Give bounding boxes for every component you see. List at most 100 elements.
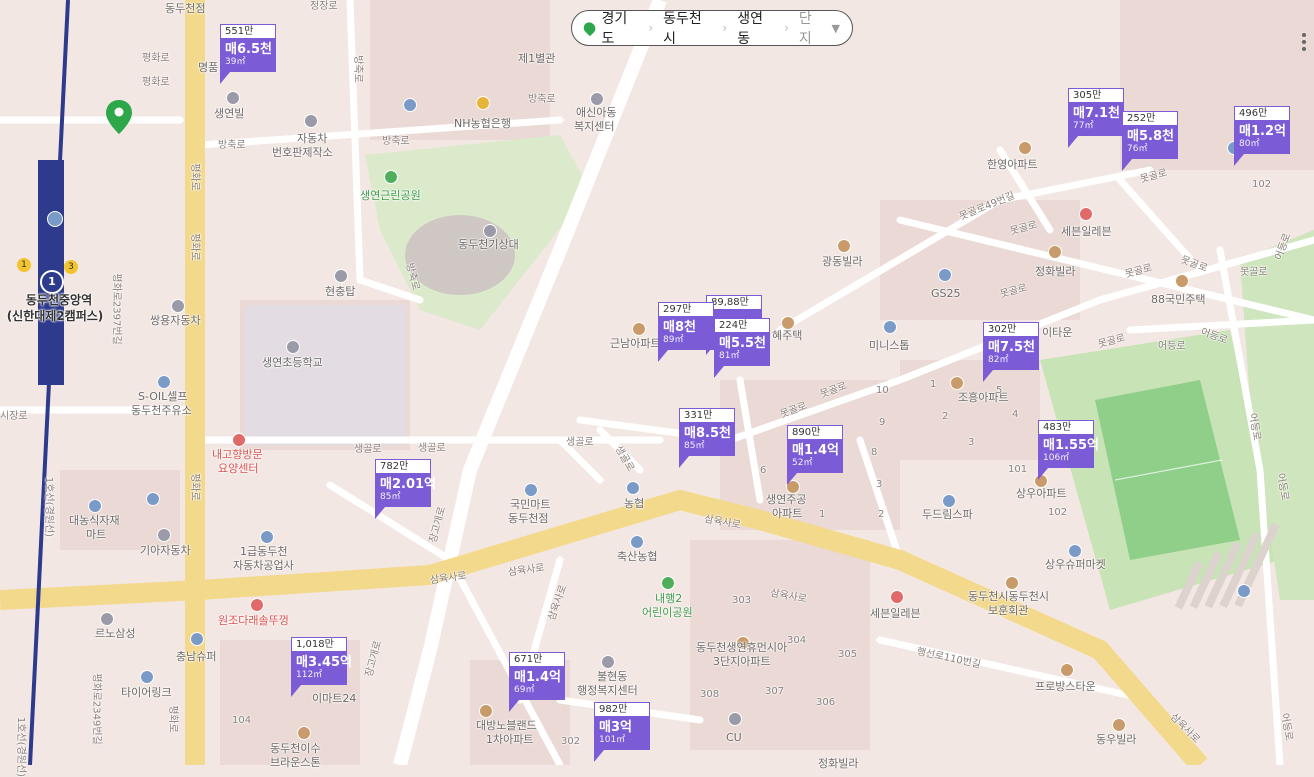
map-label: 내행2 [655,592,683,605]
location-pin-icon [581,19,599,37]
road-label: 시장로 [0,411,28,422]
gs25-icon [938,268,952,282]
marker-area: 52㎡ [792,458,813,468]
map-label: 한영아파트 [987,158,1038,171]
map-label: 타이어링크 [121,686,172,699]
map-label: 88국민주택 [1151,293,1206,306]
road-label: 방축로 [382,136,410,147]
map-label: 요양센터 [218,462,259,475]
breadcrumb-complex[interactable]: 단지 [799,8,824,48]
map-label: 자동차공업사 [233,559,294,572]
map-label: 2 [942,411,949,422]
breadcrumb-province[interactable]: 경기도 [601,8,638,48]
station-line-badge[interactable]: 1 [40,270,64,294]
price-marker[interactable]: 551만 매6.5천 39㎡ [220,24,276,84]
price-marker[interactable]: 331만 매8.5천 85㎡ [679,408,735,468]
shop-icon [88,499,102,513]
map-label: 세븐일레븐 [1061,225,1112,238]
marker-area: 82㎡ [988,355,1009,365]
map-label: 6 [760,465,767,476]
map-label: 1 [930,379,937,390]
marker-count: 302만 [983,322,1039,337]
building-icon [304,114,318,128]
map-label: 1급동두천 [240,545,288,558]
apartment-icon [950,376,964,390]
map-label: 304 [787,635,807,646]
map-label: 동두천시동두천시 [968,590,1049,603]
road-label: 못골로 [1240,267,1268,278]
breadcrumb-dong[interactable]: 생연동 [737,8,774,48]
map-label: 원조다래솔뚜껑 [218,614,289,627]
more-options-icon[interactable] [1302,30,1312,56]
map-label: 르노삼성 [95,627,136,640]
building-icon [483,224,497,238]
map-label: CU [726,731,742,744]
price-marker[interactable]: 890만 매1.4억 52㎡ [787,425,843,485]
school-icon [286,340,300,354]
map-label: 마트 [86,528,107,541]
map-label: 정화빌라 [1035,265,1076,278]
road-label: 정장로 [310,1,338,12]
road-label: 1호선(경원선) [43,476,55,538]
location-pin-icon[interactable] [106,100,132,134]
map-label: 혜주택 [772,329,803,342]
map-label: 생연근린공원 [360,189,421,202]
price-marker[interactable]: 483만 매1.55억 106㎡ [1038,420,1099,480]
map-label: 10 [876,385,889,396]
price-marker[interactable]: 297만 매8천 89㎡ [658,302,714,362]
map-label: 브라운스톤 [270,756,321,769]
price-marker[interactable]: 305만 매7.1천 77㎡ [1068,88,1124,148]
map-label: S-OIL셀프 [138,390,188,403]
station-subname[interactable]: (신한대제2캠퍼스) [0,309,110,323]
exit-3-badge: 3 [64,260,78,274]
apartment-icon [781,316,795,330]
marker-count: 890만 [787,425,843,440]
map-label: 축산농협 [617,550,658,563]
parking-icon [1237,584,1251,598]
road-label: 1호선(경원선) [15,716,27,777]
price-marker[interactable]: 496만 매1.2억 80㎡ [1234,106,1290,166]
chevron-down-icon[interactable]: ▼ [832,22,840,35]
marker-area: 76㎡ [1127,144,1148,154]
station-name[interactable]: 동두천중앙역 [4,293,114,307]
marker-area: 69㎡ [514,685,535,695]
map-label: 충남슈퍼 [176,650,217,663]
price-marker[interactable]: 224만 매5.5천 81㎡ [714,318,770,378]
road-label: 평화로 [188,163,200,191]
road-label: 생골로 [566,437,594,448]
price-marker[interactable]: 302만 매7.5천 82㎡ [983,322,1039,382]
road-label: 생골로 [418,443,446,454]
map-label: 동두천기상대 [458,238,519,251]
building-icon [601,655,615,669]
road-label: 평화로 [188,233,200,261]
marker-area: 85㎡ [684,441,705,451]
map-label: 3 [876,479,883,490]
map-label: 근남아파트 [610,337,661,350]
price-marker[interactable]: 252만 매5.8천 76㎡ [1122,111,1178,171]
price-marker[interactable]: 982만 매3억 101㎡ [594,702,650,762]
marker-area: 77㎡ [1073,121,1094,131]
map-label: 대방노블랜드 [476,719,537,732]
price-marker[interactable]: 782만 매2.01억 85㎡ [375,459,436,519]
road-label: 어등로 [1158,341,1186,352]
map-label: 102 [1048,507,1068,518]
road-label: 방축로 [218,140,246,151]
breadcrumb-city[interactable]: 동두천시 [663,8,712,48]
marker-count: 496만 [1234,106,1290,121]
apartment-icon [297,726,311,740]
price-marker[interactable]: 671만 매1.4억 69㎡ [509,652,565,712]
map-label: 생연초등학교 [262,356,323,369]
map-label: 애신아동 [576,106,617,119]
map-label: 306 [816,697,836,708]
marker-count: 782만 [375,459,431,474]
marker-count: 331만 [679,408,735,423]
road-label: 생골로 [354,444,382,455]
map-label: 3단지아파트 [713,655,771,668]
marker-price: 매7.5천 [988,340,1035,355]
map-label: 어린이공원 [642,606,693,619]
chevron-right-icon: › [722,21,728,35]
map-label: 9 [879,417,886,428]
map-label: 305 [838,649,858,660]
region-breadcrumb[interactable]: 경기도 › 동두천시 › 생연동 › 단지 ▼ [571,8,853,48]
price-marker[interactable]: 1,018만 매3.45억 112㎡ [291,637,352,697]
